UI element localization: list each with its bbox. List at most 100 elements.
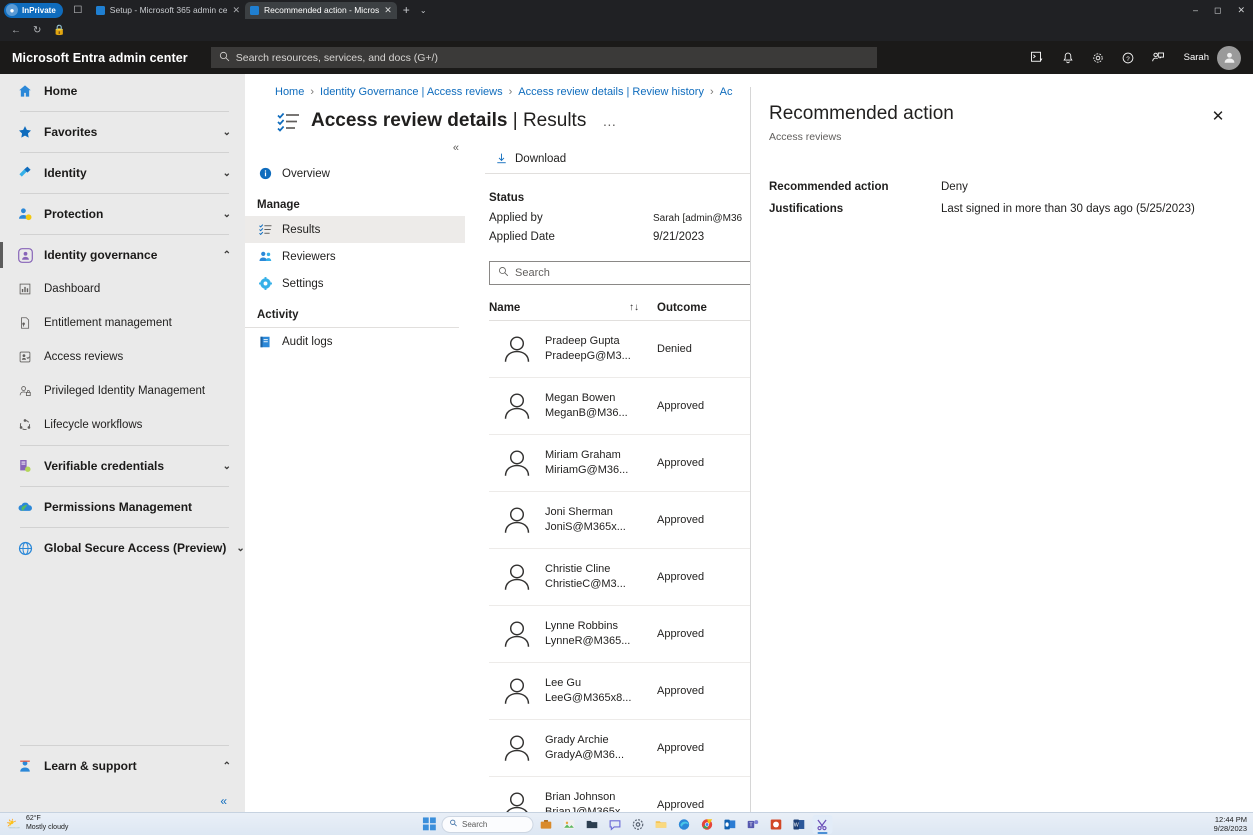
sidebar-item-verifiable-credentials[interactable]: Verifiable credentials ⌄ <box>0 449 245 483</box>
user-account[interactable]: Sarah <box>1174 46 1241 70</box>
blade-menu-item-audit-logs-label: Audit logs <box>282 336 333 348</box>
sidebar-item-home[interactable]: Home <box>0 74 245 108</box>
breadcrumb-item-1[interactable]: Identity Governance | Access reviews <box>320 86 503 98</box>
user-identity: Christie Cline ChristieC@M3... <box>545 562 657 591</box>
new-tab-button[interactable]: + <box>397 3 416 17</box>
sidebar-item-global-secure-access[interactable]: Global Secure Access (Preview) ⌄ <box>0 531 245 565</box>
sidebar-item-access-reviews[interactable]: Access reviews <box>0 340 245 374</box>
start-button-icon[interactable] <box>421 816 438 833</box>
taskbar-app-powerpoint[interactable] <box>766 815 786 834</box>
settings-gear-icon[interactable] <box>1084 44 1112 72</box>
user-name-label: Sarah <box>1184 52 1209 63</box>
user-email: GradyA@M36... <box>545 748 657 763</box>
avatar <box>489 446 545 480</box>
chevron-down-icon[interactable]: ⌄ <box>223 127 231 138</box>
taskbar-app-photos[interactable] <box>559 815 579 834</box>
chevron-down-icon[interactable]: ⌄ <box>223 168 231 179</box>
global-search-input[interactable]: Search resources, services, and docs (G+… <box>211 47 877 68</box>
help-question-icon[interactable]: ? <box>1114 44 1142 72</box>
blade-menu-item-reviewers[interactable]: Reviewers <box>245 243 465 270</box>
close-icon[interactable]: ✕ <box>1205 103 1231 129</box>
sidebar-item-favorites[interactable]: Favorites ⌄ <box>0 115 245 149</box>
sidebar-item-dashboard[interactable]: Dashboard <box>0 272 245 306</box>
inprivate-indicator[interactable]: ● InPrivate <box>4 3 63 18</box>
browser-refresh-icon[interactable]: ↻ <box>28 25 46 36</box>
window-minimize-button[interactable]: – <box>1185 5 1206 15</box>
nav-divider <box>20 527 229 528</box>
taskbar-app-briefcase[interactable] <box>536 815 556 834</box>
browser-tab-2[interactable]: Recommended action - Micros ✕ <box>245 2 397 19</box>
blade-menu-item-overview[interactable]: Overview <box>245 160 465 187</box>
svg-text:T: T <box>749 822 753 828</box>
sidebar-item-protection-label: Protection <box>44 207 213 221</box>
cloud-shell-icon[interactable] <box>1024 44 1052 72</box>
taskbar-app-chat[interactable] <box>605 815 625 834</box>
blade-menu-item-settings[interactable]: Settings <box>245 270 465 297</box>
sidebar-item-identity[interactable]: Identity ⌄ <box>0 156 245 190</box>
notifications-bell-icon[interactable] <box>1054 44 1082 72</box>
taskbar-weather-widget[interactable]: ⛅ 62°F Mostly cloudy <box>6 815 68 832</box>
window-maximize-button[interactable]: ◻ <box>1206 5 1229 16</box>
taskbar-app-outlook[interactable] <box>720 815 740 834</box>
window-close-button[interactable]: ✕ <box>1229 5 1253 16</box>
sidebar-item-privileged-identity-management[interactable]: Privileged Identity Management <box>0 374 245 408</box>
blade-menu-item-overview-label: Overview <box>282 168 330 180</box>
tab-list-chevron-down-icon[interactable]: ⌄ <box>416 6 431 15</box>
sidebar-item-learn-support[interactable]: Learn & support ⌃ <box>0 749 245 783</box>
chevron-up-icon[interactable]: ⌃ <box>223 250 231 261</box>
breadcrumb-item-0[interactable]: Home <box>275 86 304 98</box>
chevron-up-icon[interactable]: ⌃ <box>223 761 231 772</box>
inprivate-avatar-icon: ● <box>6 4 18 16</box>
breadcrumb-item-2[interactable]: Access review details | Review history <box>518 86 704 98</box>
chevron-down-icon[interactable]: ⌄ <box>223 209 231 220</box>
more-options-button[interactable]: … <box>596 113 617 129</box>
user-email: MeganB@M36... <box>545 406 657 421</box>
sidebar-item-permissions-management[interactable]: Permissions Management <box>0 490 245 524</box>
avatar <box>489 332 545 366</box>
windows-taskbar: ⛅ 62°F Mostly cloudy Search T W 12 <box>0 812 1253 835</box>
sidebar-item-entitlement-management[interactable]: Entitlement management <box>0 306 245 340</box>
verifiable-credentials-icon <box>16 457 34 475</box>
download-button[interactable]: Download <box>489 146 572 172</box>
browser-toolbar: ← ↻ 🔒 <box>0 20 1253 41</box>
weather-temperature: 62°F <box>26 815 68 824</box>
taskbar-app-teams[interactable]: T <box>743 815 763 834</box>
search-input[interactable]: Search <box>489 261 779 285</box>
taskbar-clock[interactable]: 12:44 PM 9/28/2023 <box>1214 815 1247 834</box>
taskbar-app-file-explorer[interactable] <box>651 815 671 834</box>
entra-brand-title[interactable]: Microsoft Entra admin center <box>12 51 188 65</box>
taskbar-app-word[interactable]: W <box>789 815 809 834</box>
sidebar-item-protection[interactable]: Protection ⌄ <box>0 197 245 231</box>
blade-menu-item-results[interactable]: Results <box>245 216 465 243</box>
sidebar-item-lifecycle-workflows[interactable]: Lifecycle workflows <box>0 408 245 442</box>
taskbar-search-input[interactable]: Search <box>441 816 533 833</box>
sidebar-item-identity-label: Identity <box>44 166 213 180</box>
weather-text: 62°F Mostly cloudy <box>26 815 68 832</box>
blade-menu-collapse-button[interactable]: « <box>245 142 473 160</box>
breadcrumb-item-3[interactable]: Ac <box>720 86 733 98</box>
feedback-icon[interactable] <box>1144 44 1172 72</box>
sidebar-item-identity-governance[interactable]: Identity governance ⌃ <box>0 238 245 272</box>
browser-tab-2-close-icon[interactable]: ✕ <box>384 5 392 16</box>
taskbar-app-chrome[interactable] <box>697 815 717 834</box>
avatar[interactable] <box>1217 46 1241 70</box>
tab-favicon-microsoft-icon <box>96 6 105 15</box>
browser-back-icon[interactable]: ← <box>6 25 26 36</box>
taskbar-app-edge[interactable] <box>674 815 694 834</box>
blade-menu: « Overview Manage Results <box>245 134 473 819</box>
applied-date-value: 9/21/2023 <box>653 231 704 243</box>
tab-search-icon[interactable]: ☐ <box>69 2 87 18</box>
blade-menu-item-audit-logs[interactable]: Audit logs <box>245 328 465 355</box>
taskbar-app-snipping-tool[interactable] <box>812 815 832 834</box>
applied-date-label: Applied Date <box>489 231 653 243</box>
column-header-name[interactable]: Name <box>489 302 629 314</box>
panel-recommended-action-row: Recommended action Deny <box>769 181 1231 193</box>
search-icon <box>449 819 457 829</box>
sort-icon[interactable]: ↑↓ <box>629 302 657 313</box>
taskbar-app-settings[interactable] <box>628 815 648 834</box>
browser-tab-1[interactable]: Setup - Microsoft 365 admin ce ✕ <box>91 2 245 19</box>
browser-tab-1-close-icon[interactable]: ✕ <box>232 5 240 16</box>
chevron-down-icon[interactable]: ⌄ <box>236 543 244 554</box>
taskbar-app-file-explorer-dark[interactable] <box>582 815 602 834</box>
chevron-down-icon[interactable]: ⌄ <box>223 461 231 472</box>
